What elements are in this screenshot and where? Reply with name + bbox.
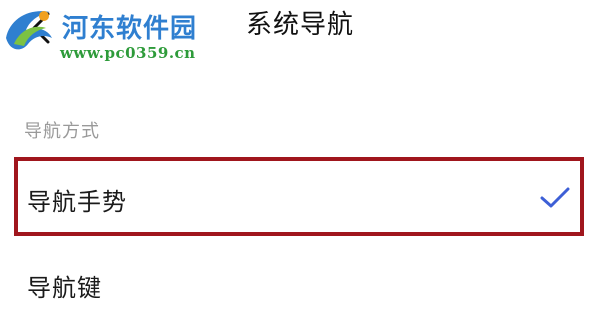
option-label: 导航手势: [27, 188, 127, 216]
screen: 系统导航 河东软件园 www.pc0359.cn 导航方式 导航手势 导航键: [0, 0, 600, 317]
option-gesture-navigation[interactable]: 导航手势: [0, 160, 600, 234]
section-title: 导航方式: [24, 121, 100, 142]
watermark-name: 河东软件园: [62, 14, 198, 44]
watermark-url: www.pc0359.cn: [60, 44, 196, 62]
watermark-logo: [0, 0, 62, 60]
checkmark-icon: [540, 187, 570, 208]
option-navigation-keys[interactable]: 导航键: [0, 248, 600, 317]
option-label: 导航键: [27, 274, 102, 302]
watermark-logo-icon: [6, 11, 52, 50]
